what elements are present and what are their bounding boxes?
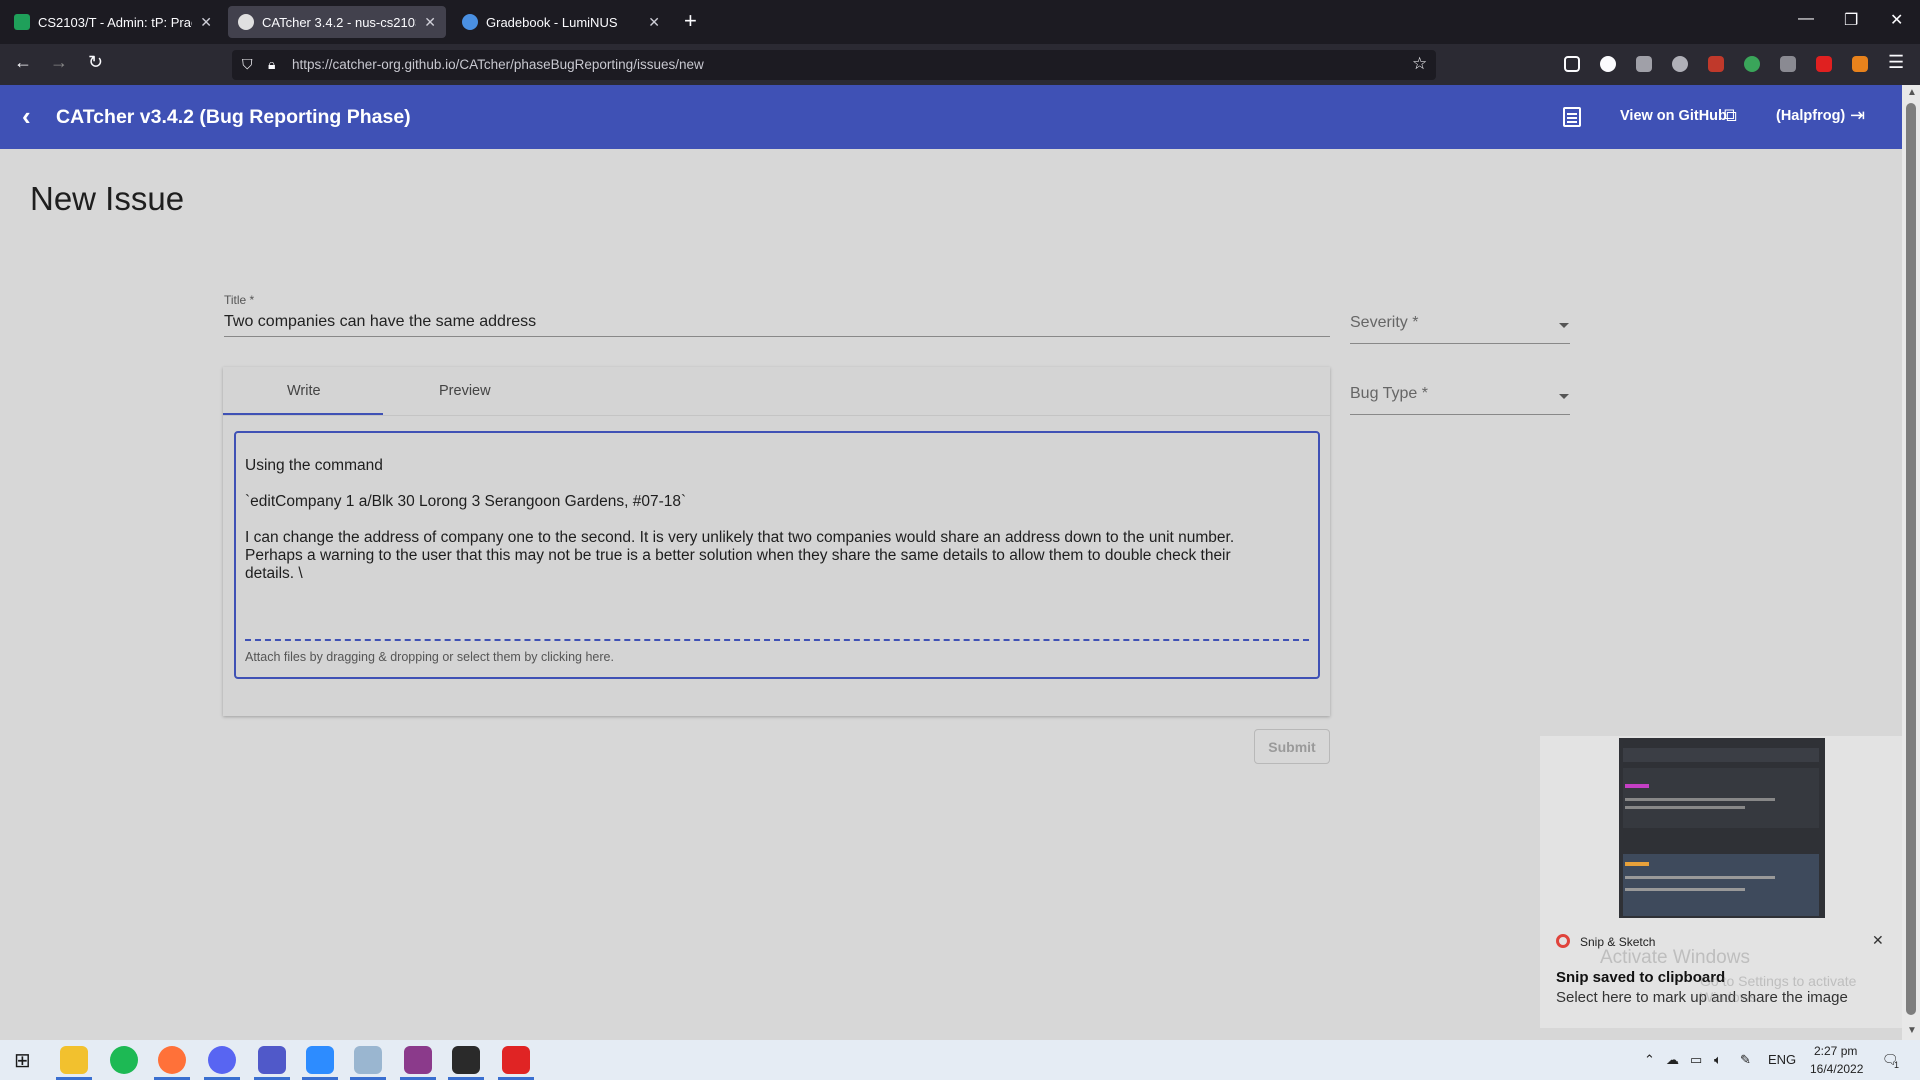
bug-type-select[interactable]: Bug Type * xyxy=(1350,385,1428,403)
extension-icon[interactable] xyxy=(1636,56,1652,72)
catcher-icon xyxy=(238,14,254,30)
epic-games-icon[interactable] xyxy=(452,1046,480,1074)
app-toolbar: ‹ CATcher v3.4.2 (Bug Reporting Phase) V… xyxy=(0,85,1902,149)
submit-button[interactable]: Submit xyxy=(1254,729,1330,764)
browser-tab-catcher[interactable]: CATcher 3.4.2 - nus-cs2103-AY2 ✕ xyxy=(228,6,446,38)
clock-date[interactable]: 16/4/2022 xyxy=(1810,1062,1863,1076)
minimize-icon[interactable]: — xyxy=(1798,10,1814,28)
document-list-icon[interactable] xyxy=(1563,107,1581,127)
lock-icon[interactable]: 🔒︎ xyxy=(268,56,275,73)
language-indicator[interactable]: ENG xyxy=(1768,1052,1796,1067)
reload-icon[interactable]: ↻ xyxy=(88,52,103,73)
onedrive-icon[interactable]: ☁ xyxy=(1666,1052,1679,1068)
chevron-down-icon[interactable] xyxy=(1559,394,1569,399)
scroll-thumb[interactable] xyxy=(1906,103,1916,1015)
s-extension-icon[interactable] xyxy=(1600,56,1616,72)
teams-icon[interactable] xyxy=(258,1046,286,1074)
chevron-down-icon[interactable] xyxy=(1559,323,1569,328)
description-line: I can change the address of company one … xyxy=(245,529,1235,546)
winrar-icon[interactable] xyxy=(404,1046,432,1074)
attach-files-hint[interactable]: Attach files by dragging & dropping or s… xyxy=(245,650,614,664)
volume-icon[interactable]: 🔈︎ xyxy=(1714,1052,1722,1068)
browser-tab-cs2103[interactable]: CS2103/T - Admin: tP: Practical ✕ xyxy=(4,6,222,38)
activate-windows-watermark: Activate Windows xyxy=(1600,947,1750,968)
pen-icon[interactable]: ✎ xyxy=(1740,1052,1751,1068)
windows-start-icon[interactable]: ⊞ xyxy=(14,1048,31,1073)
acrobat-icon[interactable] xyxy=(502,1046,530,1074)
close-icon[interactable]: ✕ xyxy=(1872,932,1884,949)
new-tab-plus-icon[interactable]: + xyxy=(684,10,697,32)
logout-icon[interactable]: ⇥ xyxy=(1850,105,1865,126)
issue-description-textarea[interactable]: Using the command `editCompany 1 a/Blk 3… xyxy=(234,431,1320,679)
logout-user-link[interactable]: (Halpfrog) xyxy=(1776,108,1845,124)
network-icon[interactable]: ▭ xyxy=(1690,1052,1702,1068)
firefox-icon[interactable] xyxy=(158,1046,186,1074)
zoom-icon[interactable] xyxy=(306,1046,334,1074)
browser-tab-bar: CS2103/T - Admin: tP: Practical ✕ CATche… xyxy=(0,0,1920,44)
browser-tab-luminus[interactable]: Gradebook - LumiNUS ✕ xyxy=(452,6,670,38)
notification-count: 1 xyxy=(1894,1060,1900,1070)
metamask-icon[interactable] xyxy=(1852,56,1868,72)
description-line: Using the command xyxy=(245,457,383,474)
youtube-icon[interactable] xyxy=(1816,56,1832,72)
tab-title: Gradebook - LumiNUS xyxy=(486,14,618,30)
extension-icon[interactable] xyxy=(1780,56,1796,72)
tab-title: CS2103/T - Admin: tP: Practical xyxy=(38,14,192,30)
close-tab-icon[interactable]: ✕ xyxy=(424,14,436,31)
snip-sketch-icon xyxy=(1556,934,1570,948)
hamburger-menu-icon[interactable]: ☰ xyxy=(1888,52,1904,73)
page-scrollbar[interactable]: ▲ ▼ xyxy=(1902,85,1920,1040)
spotify-icon[interactable] xyxy=(110,1046,138,1074)
title-label: Title * xyxy=(224,293,255,307)
forward-arrow-icon[interactable]: → xyxy=(50,52,68,73)
page-title: New Issue xyxy=(30,180,185,217)
editor-tabs: Write Preview xyxy=(223,367,1330,416)
title-underline xyxy=(224,336,1330,337)
address-bar[interactable]: ⛉ 🔒︎ https://catcher-org.github.io/CATch… xyxy=(232,50,1436,80)
paint-icon[interactable] xyxy=(354,1046,382,1074)
windows-taskbar: ⊞ ⌃ ☁ ▭ 🔈︎ ✎ ENG 2:27 pm 16/4/2022 🗨︎ 1 xyxy=(0,1040,1920,1080)
tab-preview[interactable]: Preview xyxy=(439,383,491,399)
tab-write[interactable]: Write xyxy=(287,383,321,399)
drop-zone-divider xyxy=(245,639,1309,641)
description-line: `editCompany 1 a/Blk 30 Lorong 3 Serango… xyxy=(245,493,687,510)
app-title: CATcher v3.4.2 (Bug Reporting Phase) xyxy=(56,106,411,128)
luminus-icon xyxy=(462,14,478,30)
view-on-github-link[interactable]: View on GitHub xyxy=(1620,108,1727,124)
file-explorer-icon[interactable] xyxy=(60,1046,88,1074)
close-window-icon[interactable]: ✕ xyxy=(1890,10,1903,30)
snip-preview-image[interactable] xyxy=(1619,738,1825,918)
restore-icon[interactable]: ❐ xyxy=(1844,10,1858,30)
bookmark-star-icon[interactable]: ☆ xyxy=(1412,54,1427,74)
url-text[interactable]: https://catcher-org.github.io/CATcher/ph… xyxy=(292,57,704,72)
close-tab-icon[interactable]: ✕ xyxy=(200,14,212,31)
open-in-new-icon[interactable]: ⧉ xyxy=(1724,105,1737,126)
back-arrow-icon[interactable]: ← xyxy=(14,52,32,73)
clock-time[interactable]: 2:27 pm xyxy=(1814,1044,1857,1058)
shield-icon[interactable]: ⛉ xyxy=(242,56,253,73)
extension-icon[interactable] xyxy=(1744,56,1760,72)
description-line: details. \ xyxy=(245,565,303,582)
pocket-icon[interactable] xyxy=(1564,56,1580,72)
extension-icon[interactable] xyxy=(1672,56,1688,72)
issue-editor-card: Write Preview Using the command `editCom… xyxy=(223,367,1330,716)
title-input[interactable]: Two companies can have the same address xyxy=(224,313,536,331)
active-tab-indicator xyxy=(223,413,383,415)
scroll-up-icon[interactable]: ▲ xyxy=(1907,87,1917,98)
bug-type-underline xyxy=(1350,414,1570,415)
chevron-up-icon[interactable]: ⌃ xyxy=(1644,1052,1655,1068)
description-line: Perhaps a warning to the user that this … xyxy=(245,547,1231,564)
tab-title: CATcher 3.4.2 - nus-cs2103-AY2 xyxy=(262,14,416,30)
discord-icon[interactable] xyxy=(208,1046,236,1074)
severity-underline xyxy=(1350,343,1570,344)
chevron-left-icon[interactable]: ‹ xyxy=(22,101,31,132)
activate-windows-subtext: Go to Settings to activate Windows. xyxy=(1700,973,1857,1005)
close-tab-icon[interactable]: ✕ xyxy=(648,14,660,31)
severity-select[interactable]: Severity * xyxy=(1350,314,1418,332)
scroll-down-icon[interactable]: ▼ xyxy=(1907,1025,1917,1036)
ublock-icon[interactable] xyxy=(1708,56,1724,72)
browser-nav-bar: ← → ↻ ⛉ 🔒︎ https://catcher-org.github.io… xyxy=(0,44,1920,85)
graduation-cap-icon xyxy=(14,14,30,30)
